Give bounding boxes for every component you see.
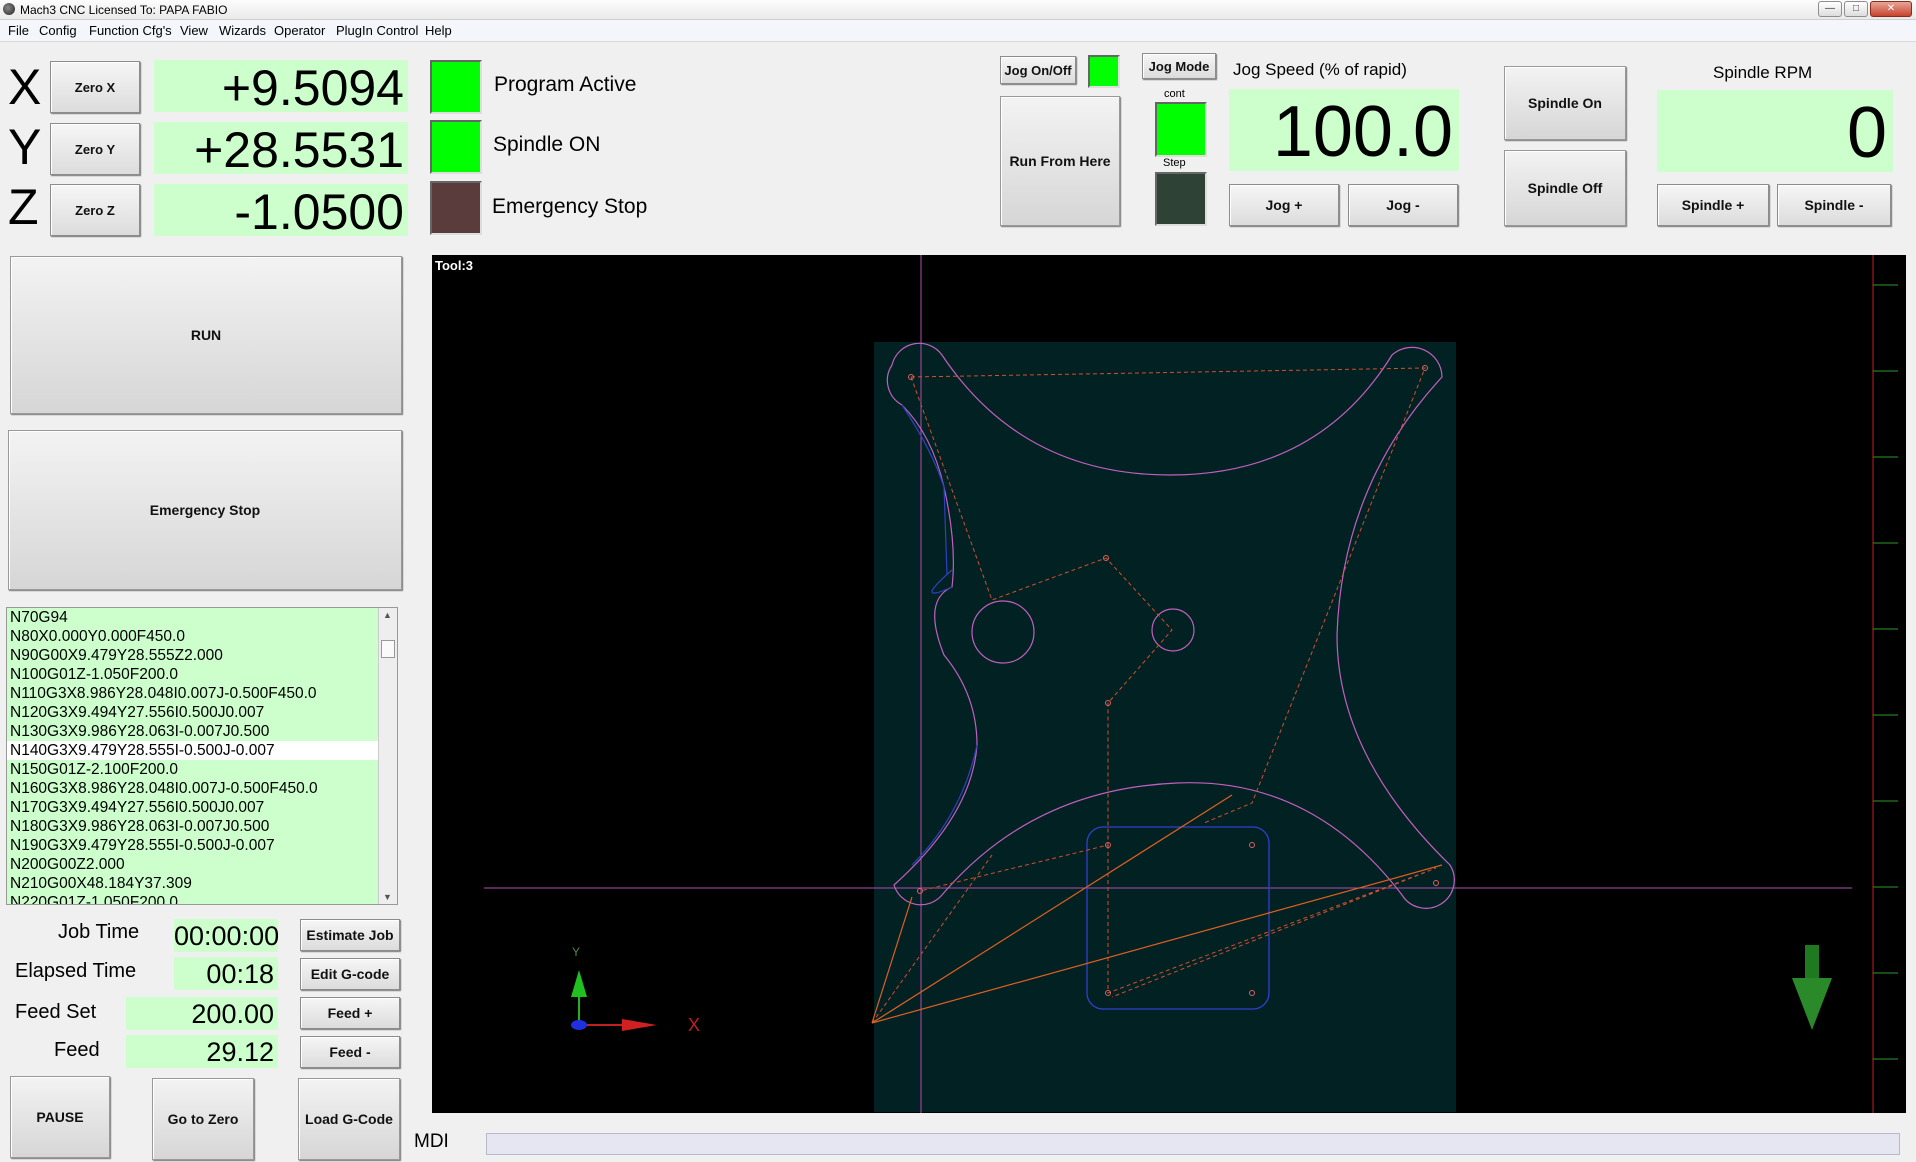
gcode-line[interactable]: N180G3X9.986Y28.063I-0.007J0.500	[7, 817, 397, 836]
menu-help[interactable]: Help	[425, 23, 452, 38]
jog-step-label: Step	[1163, 157, 1186, 169]
gcode-line[interactable]: N160G3X8.986Y28.048I0.007J-0.500F450.0	[7, 779, 397, 798]
jog-mode-button[interactable]: Jog Mode	[1142, 53, 1216, 79]
close-icon[interactable]: ✕	[1870, 1, 1912, 17]
menu-operator[interactable]: Operator	[274, 23, 325, 38]
scroll-thumb[interactable]	[381, 640, 395, 658]
jog-minus-button[interactable]: Jog -	[1348, 184, 1458, 226]
scroll-up-icon[interactable]: ▲	[383, 610, 392, 620]
job-time-label: Job Time	[58, 921, 140, 943]
gcode-line[interactable]: N120G3X9.494Y27.556I0.500J0.007	[7, 703, 397, 722]
job-time-readout: 00:00:00	[174, 919, 278, 952]
toolpath-canvas	[484, 255, 1898, 1113]
y-axis-label: Y	[572, 945, 581, 959]
jog-step-led	[1155, 172, 1207, 226]
stock-area	[874, 342, 1456, 1112]
z-position-readout[interactable]: -1.0500	[154, 184, 408, 236]
gcode-line[interactable]: N110G3X8.986Y28.048I0.007J-0.500F450.0	[7, 684, 397, 703]
spindle-plus-button[interactable]: Spindle +	[1657, 184, 1769, 226]
menu-function-cfgs[interactable]: Function Cfg's	[89, 23, 172, 38]
spindle-rpm-label: Spindle RPM	[1713, 63, 1813, 82]
feed-plus-button[interactable]: Feed +	[300, 997, 400, 1029]
gcode-line[interactable]: N90G00X9.479Y28.555Z2.000	[7, 646, 397, 665]
minimize-icon[interactable]: —	[1818, 1, 1842, 17]
gcode-line[interactable]: N220G01Z-1.050F200.0	[7, 893, 397, 904]
z-direction-arrow	[1792, 945, 1832, 1030]
emergency-stop-led	[430, 181, 482, 235]
elapsed-time-readout: 00:18	[174, 957, 278, 990]
emergency-stop-label: Emergency Stop	[492, 195, 648, 218]
zero-z-button[interactable]: Zero Z	[50, 184, 140, 236]
window-controls: — □ ✕	[1818, 1, 1912, 17]
pause-button[interactable]: PAUSE	[10, 1076, 110, 1158]
feed-minus-button[interactable]: Feed -	[300, 1036, 400, 1068]
title-bar: Mach3 CNC Licensed To: PAPA FABIO — □ ✕	[0, 0, 1916, 20]
gcode-line[interactable]: N170G3X9.494Y27.556I0.500J0.007	[7, 798, 397, 817]
program-active-label: Program Active	[494, 73, 637, 96]
jog-plus-button[interactable]: Jog +	[1229, 184, 1339, 226]
menu-file[interactable]: File	[8, 23, 29, 38]
zero-y-button[interactable]: Zero Y	[50, 123, 140, 175]
gcode-line[interactable]: N200G00Z2.000	[7, 855, 397, 874]
menu-view[interactable]: View	[180, 23, 208, 38]
gcode-line[interactable]: N80X0.000Y0.000F450.0	[7, 627, 397, 646]
axis-letter-y: Y	[8, 119, 42, 175]
app-icon	[3, 3, 15, 15]
menu-plugin-control[interactable]: PlugIn Control	[336, 23, 418, 38]
gcode-line[interactable]: N210G00X48.184Y37.309	[7, 874, 397, 893]
jog-onoff-led	[1088, 55, 1120, 88]
mdi-input[interactable]	[486, 1133, 1900, 1155]
gcode-line-current[interactable]: N140G3X9.479Y28.555I-0.500J-0.007	[7, 741, 397, 760]
axis-letter-z: Z	[8, 179, 39, 235]
elapsed-time-label: Elapsed Time	[15, 960, 137, 982]
axis-triad	[571, 970, 657, 1031]
spindle-on-led	[430, 120, 482, 174]
feed-set-readout[interactable]: 200.00	[126, 997, 278, 1030]
x-axis-label: X	[688, 1015, 701, 1035]
gcode-line[interactable]: N70G94	[7, 608, 397, 627]
toolpath-display[interactable]: Tool:3 Y X	[432, 255, 1906, 1113]
run-button[interactable]: RUN	[10, 256, 402, 414]
zero-x-button[interactable]: Zero X	[50, 61, 140, 113]
feed-readout: 29.12	[126, 1035, 278, 1068]
spindle-on-button[interactable]: Spindle On	[1504, 66, 1626, 140]
maximize-icon[interactable]: □	[1844, 1, 1868, 17]
axis-letter-x: X	[8, 59, 42, 115]
jog-speed-readout[interactable]: 100.0	[1229, 89, 1459, 171]
spindle-minus-button[interactable]: Spindle -	[1777, 184, 1891, 226]
gcode-line[interactable]: N130G3X9.986Y28.063I-0.007J0.500	[7, 722, 397, 741]
emergency-stop-button[interactable]: Emergency Stop	[8, 430, 402, 590]
spindle-on-label: Spindle ON	[493, 133, 601, 156]
jog-cont-led	[1155, 102, 1207, 157]
gcode-line[interactable]: N100G01Z-1.050F200.0	[7, 665, 397, 684]
jog-onoff-button[interactable]: Jog On/Off	[1000, 56, 1076, 84]
tool-label: Tool:3	[435, 258, 474, 273]
menu-config[interactable]: Config	[39, 23, 77, 38]
feed-label: Feed	[54, 1039, 100, 1061]
scroll-down-icon[interactable]: ▼	[383, 892, 392, 902]
program-active-led	[430, 60, 482, 114]
menu-bar: File Config Function Cfg's View Wizards …	[0, 20, 1916, 42]
jog-cont-label: cont	[1164, 88, 1185, 100]
gcode-line[interactable]: N190G3X9.479Y28.555I-0.500J-0.007	[7, 836, 397, 855]
spindle-off-button[interactable]: Spindle Off	[1504, 150, 1626, 226]
window-title: Mach3 CNC Licensed To: PAPA FABIO	[20, 3, 228, 17]
gcode-scrollbar[interactable]: ▲ ▼	[378, 608, 397, 904]
spindle-rpm-readout[interactable]: 0	[1657, 90, 1893, 172]
jog-speed-label: Jog Speed (% of rapid)	[1233, 60, 1407, 79]
mdi-label: MDI	[414, 1131, 449, 1152]
edit-gcode-button[interactable]: Edit G-code	[300, 958, 400, 990]
load-gcode-button[interactable]: Load G-Code	[298, 1078, 400, 1160]
x-position-readout[interactable]: +9.5094	[154, 60, 408, 112]
gcode-list[interactable]: N70G94 N80X0.000Y0.000F450.0 N90G00X9.47…	[6, 607, 398, 905]
estimate-job-button[interactable]: Estimate Job	[300, 919, 400, 951]
gcode-line[interactable]: N150G01Z-2.100F200.0	[7, 760, 397, 779]
go-to-zero-button[interactable]: Go to Zero	[152, 1078, 254, 1160]
run-from-here-button[interactable]: Run From Here	[1000, 96, 1120, 226]
menu-wizards[interactable]: Wizards	[219, 23, 266, 38]
feed-set-label: Feed Set	[15, 1001, 97, 1023]
ruler-ticks	[1873, 284, 1898, 1060]
y-position-readout[interactable]: +28.5531	[154, 122, 408, 174]
